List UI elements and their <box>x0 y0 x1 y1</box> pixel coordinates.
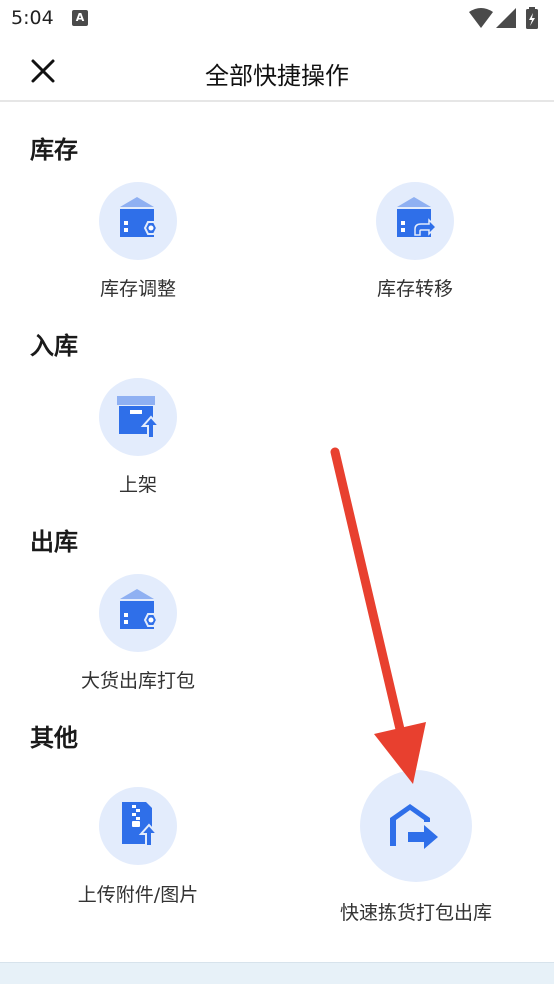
action-label: 上架 <box>118 474 157 496</box>
upload-file-icon <box>122 802 160 847</box>
action-bulk-outbound-pack[interactable]: 大货出库打包 <box>58 572 218 692</box>
notification-icon: A <box>72 10 88 26</box>
box-shelve-icon <box>117 396 162 439</box>
action-inventory-adjust[interactable]: 库存调整 <box>78 180 198 300</box>
page-title: 全部快捷操作 <box>205 62 349 90</box>
action-label: 上传附件/图片 <box>77 884 199 906</box>
warehouse-exit-icon <box>390 804 438 849</box>
header-bar: 全部快捷操作 <box>0 40 554 102</box>
box-pack-icon <box>120 589 159 629</box>
action-label: 快速拣货打包出库 <box>339 902 492 924</box>
box-adjust-icon <box>120 197 159 237</box>
action-upload-attachment[interactable]: 上传附件/图片 <box>58 784 218 914</box>
section-title-other: 其他 <box>30 724 78 752</box>
action-label: 大货出库打包 <box>80 670 195 692</box>
section-title-outbound: 出库 <box>30 528 78 556</box>
action-label: 库存转移 <box>376 278 453 300</box>
status-bar: 5:04 A <box>0 0 554 40</box>
action-quick-pick-pack-outbound[interactable]: 快速拣货打包出库 <box>326 768 506 928</box>
box-transfer-icon <box>397 197 438 237</box>
battery-charging-icon <box>526 7 538 29</box>
section-title-inventory: 库存 <box>30 136 78 164</box>
status-icons <box>469 7 538 29</box>
bottom-panel-edge <box>0 962 554 984</box>
signal-icon <box>496 8 516 28</box>
status-time: 5:04 <box>11 7 54 29</box>
section-title-inbound: 入库 <box>30 332 78 360</box>
action-label: 库存调整 <box>99 278 176 300</box>
action-shelve[interactable]: 上架 <box>78 376 198 496</box>
wifi-icon <box>469 8 493 28</box>
action-inventory-transfer[interactable]: 库存转移 <box>355 180 475 300</box>
